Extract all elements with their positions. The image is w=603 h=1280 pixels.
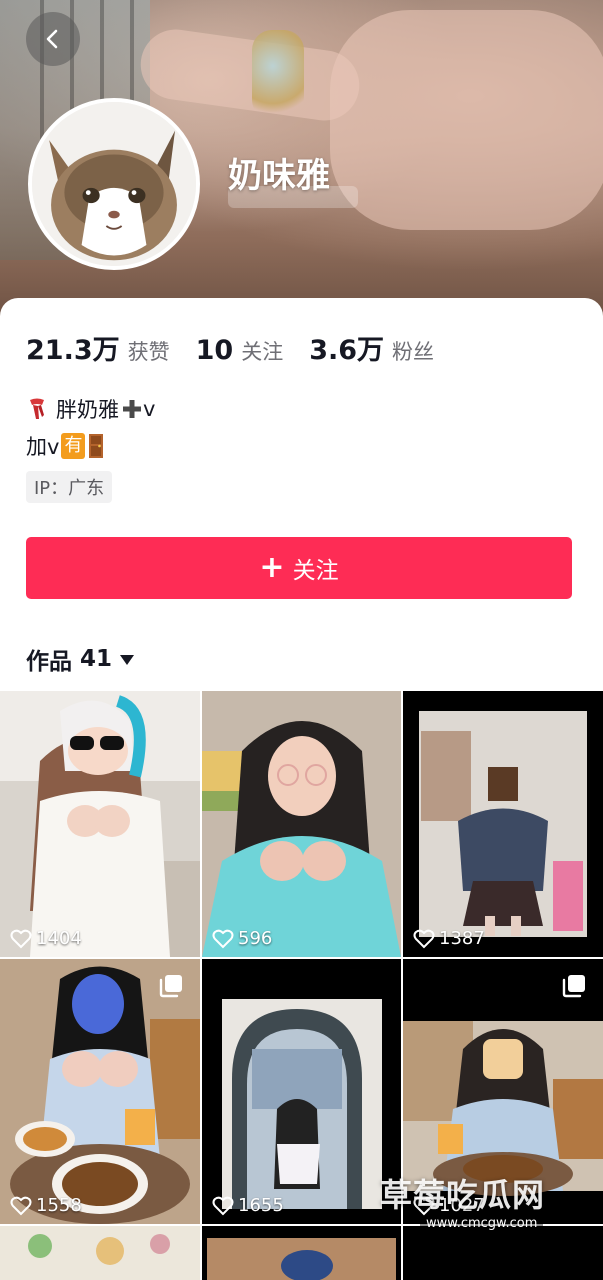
like-count-value: 1558 (36, 1195, 82, 1216)
video-thumbnail[interactable]: 1558 (0, 959, 200, 1224)
ip-location-tag: IP：广东 (26, 471, 113, 503)
like-count: 596 (212, 928, 272, 949)
followers-count: 3.6万 (309, 335, 385, 366)
bio-prefix: 加v (26, 435, 60, 459)
video-thumbnail[interactable]: 1387 (403, 691, 603, 957)
back-button[interactable] (26, 12, 80, 66)
you-badge: 有 (61, 433, 86, 459)
following-count: 10 (195, 335, 234, 366)
thumbnail-image (0, 1226, 200, 1280)
header-ring-shape (252, 30, 304, 120)
video-thumbnail[interactable] (202, 1226, 401, 1280)
bio-suffix: v (143, 397, 156, 421)
like-count-value: 1404 (36, 928, 82, 949)
video-thumbnail[interactable]: 1655 (202, 959, 401, 1224)
avatar[interactable] (28, 98, 200, 270)
like-count-value: 596 (238, 928, 273, 949)
profile-card: 21.3万 获赞 10 关注 3.6万 粉丝 胖奶雅 v 加v 有 IP：广东 … (0, 298, 603, 698)
followers-label: 粉丝 (392, 340, 435, 364)
video-thumbnail[interactable]: 1404 (0, 691, 200, 957)
heart-outline-icon (212, 1196, 234, 1215)
thumbnail-image (202, 959, 401, 1224)
heart-outline-icon (413, 929, 435, 948)
following-label: 关注 (241, 340, 284, 364)
cat-avatar-image (32, 102, 196, 266)
likes-count: 21.3万 (26, 335, 120, 366)
multi-image-icon (159, 975, 182, 998)
watermark-url: www.cmcgw.com (420, 1216, 544, 1231)
bio-line-1: 胖奶雅 v (26, 394, 155, 424)
like-count: 1404 (10, 928, 82, 949)
thumbnail-image (202, 1226, 401, 1280)
works-count: 41 (80, 646, 113, 672)
chevron-left-icon (46, 29, 58, 49)
heart-outline-icon (10, 1196, 32, 1215)
works-label: 作品 (26, 649, 72, 675)
scarf-emoji-icon (30, 398, 44, 419)
bio-text: 胖奶雅 (56, 398, 119, 422)
thumbnail-image (0, 691, 200, 957)
like-count: 1558 (10, 1195, 82, 1216)
video-thumbnail[interactable] (0, 1226, 200, 1280)
follow-button[interactable]: + 关注 (26, 537, 572, 599)
works-tab[interactable]: 作品 41 (26, 642, 135, 676)
heart-outline-icon (212, 929, 234, 948)
caret-down-icon (120, 655, 135, 665)
video-thumbnail[interactable]: 596 (202, 691, 401, 957)
likes-stat: 21.3万 获赞 (26, 328, 170, 367)
thumbnail-image (202, 691, 401, 957)
likes-label: 获赞 (127, 340, 170, 364)
plus-emoji-icon (121, 398, 143, 420)
video-thumbnail[interactable] (403, 1226, 603, 1280)
plus-icon: + (259, 550, 285, 585)
like-count-value: 1655 (238, 1195, 284, 1216)
bio-line-2: 加v 有 (26, 431, 105, 461)
header-hand-shape (330, 10, 603, 230)
multi-image-icon (562, 975, 585, 998)
like-count: 1655 (212, 1195, 284, 1216)
follow-button-label: 关注 (292, 558, 339, 584)
like-count: 1387 (413, 928, 485, 949)
watermark-text: 草莓吃瓜网 (380, 1176, 546, 1214)
thumbnail-image (403, 691, 603, 957)
username: 奶味雅 (228, 156, 330, 196)
following-stat[interactable]: 10 关注 (196, 335, 284, 366)
like-count-value: 1387 (439, 928, 485, 949)
followers-stat[interactable]: 3.6万 粉丝 (309, 328, 434, 367)
door-emoji-icon (89, 434, 104, 458)
profile-stats: 21.3万 获赞 10 关注 3.6万 粉丝 (26, 328, 460, 367)
heart-outline-icon (10, 929, 32, 948)
